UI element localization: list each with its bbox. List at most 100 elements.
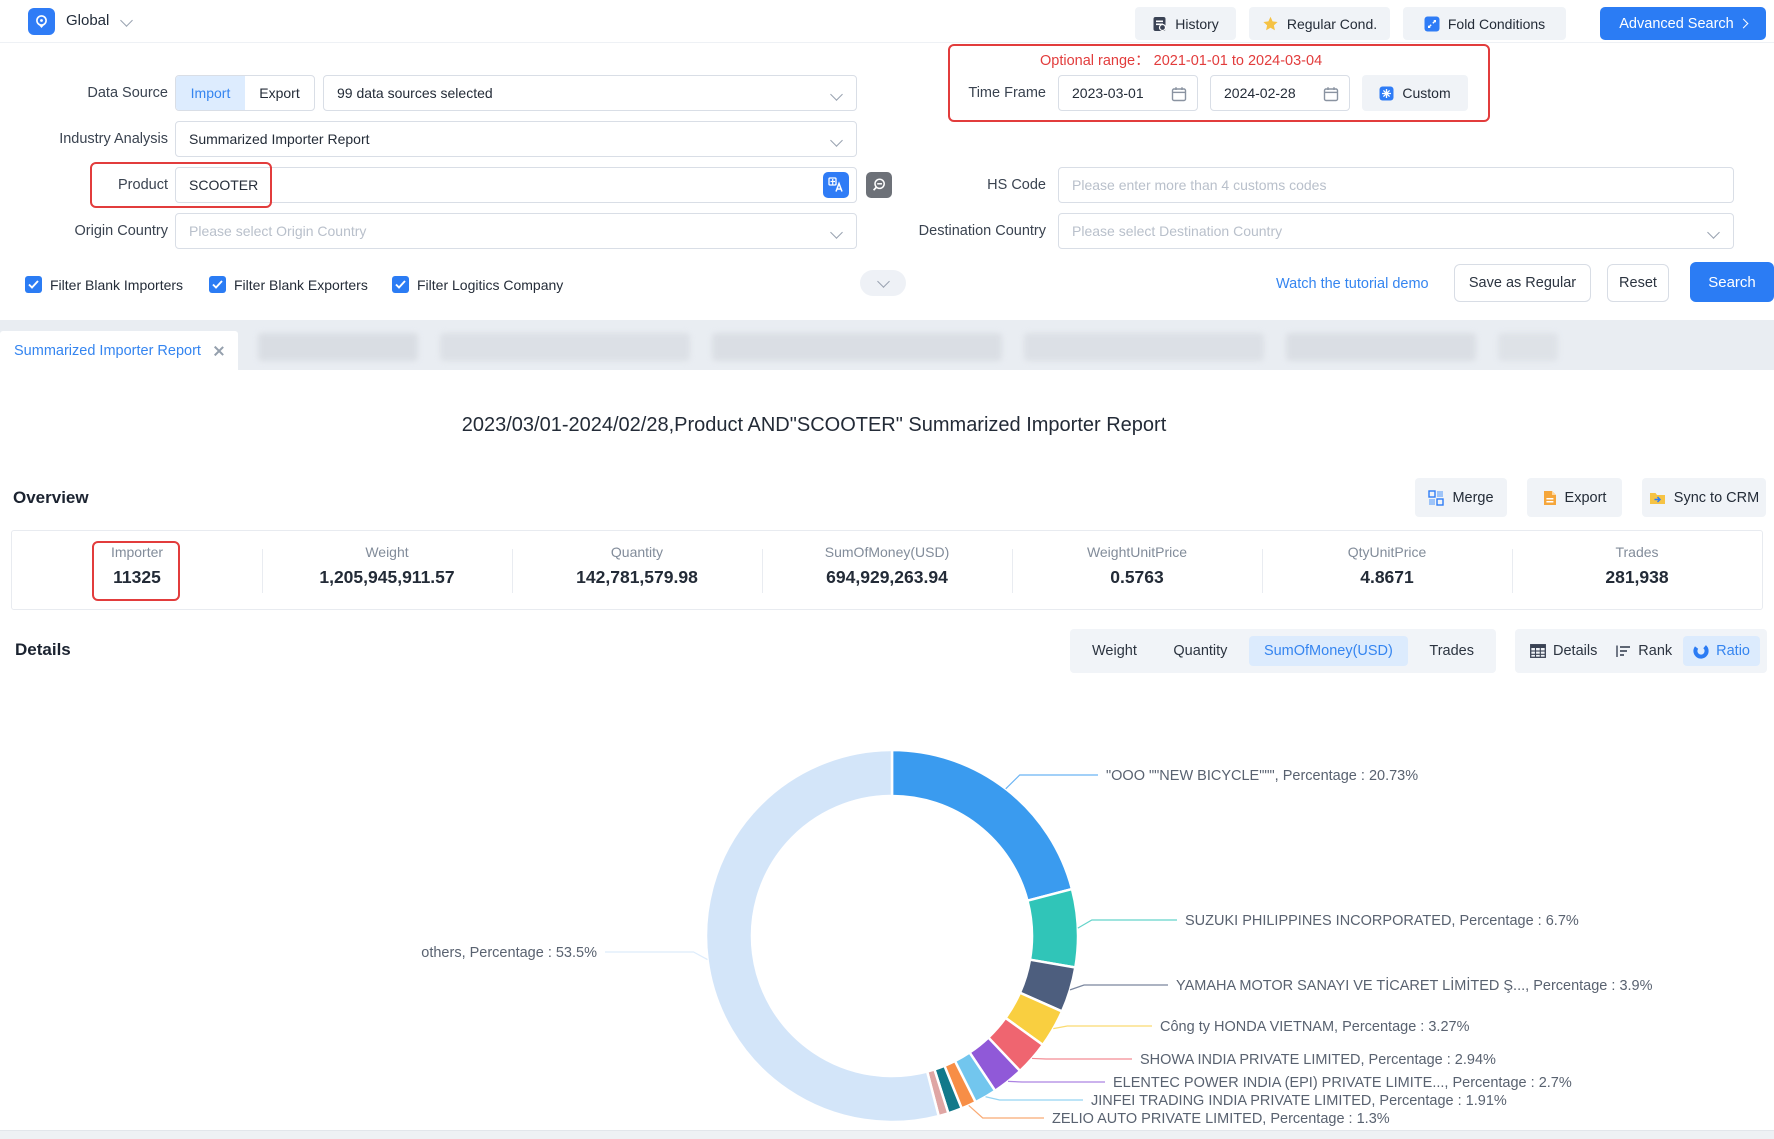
destination-country-select[interactable]: Please select Destination Country (1058, 213, 1734, 249)
custom-range-button[interactable]: Custom (1362, 75, 1468, 111)
checkbox-checked-icon[interactable] (25, 276, 42, 293)
pie-chart-icon (1693, 643, 1709, 659)
fold-conditions-button[interactable]: Fold Conditions (1403, 7, 1566, 40)
data-source-label: Data Source (0, 75, 168, 111)
stat-trades: Trades 281,938 (1512, 531, 1762, 609)
chevron-right-icon (1738, 19, 1748, 29)
start-date-input[interactable] (1058, 75, 1198, 111)
chart-label-line (1053, 1026, 1152, 1029)
merge-button[interactable]: Merge (1415, 478, 1507, 517)
chart-label-line (1008, 1081, 1105, 1082)
filter-blank-importers-checkbox[interactable]: Filter Blank Importers (25, 276, 183, 293)
chart-label: others, Percentage : 53.5% (421, 945, 597, 961)
data-source-toggle: Import Export (175, 75, 315, 111)
blurred-content (440, 333, 690, 361)
export-tab[interactable]: Export (245, 76, 314, 110)
table-icon (1530, 644, 1546, 658)
pie-slice-1[interactable] (1027, 889, 1078, 967)
sync-to-crm-button[interactable]: Sync to CRM (1642, 478, 1766, 517)
destination-country-label: Destination Country (880, 213, 1046, 249)
hs-code-input[interactable] (1058, 167, 1734, 203)
hs-code-label: HS Code (900, 167, 1046, 203)
view-tab-rank[interactable]: Rank (1608, 636, 1680, 666)
blurred-content (1498, 333, 1558, 361)
stat-qty-unit-price: QtyUnitPrice 4.8671 (1262, 531, 1512, 609)
data-sources-select[interactable]: 99 data sources selected (323, 75, 857, 111)
product-input[interactable] (175, 167, 857, 203)
metric-tab-weight[interactable]: Weight (1077, 636, 1152, 666)
view-toggle-group: Details Rank Ratio (1515, 629, 1767, 673)
collapse-form-button[interactable] (860, 270, 906, 296)
stat-weight-unit-price: WeightUnitPrice 0.5763 (1012, 531, 1262, 609)
stat-weight: Weight 1,205,945,911.57 (262, 531, 512, 609)
chart-label-line (1078, 920, 1177, 928)
blurred-content (712, 333, 1002, 361)
product-value[interactable] (176, 168, 856, 202)
blurred-content (1024, 333, 1264, 361)
view-tab-ratio[interactable]: Ratio (1683, 636, 1760, 666)
filter-blank-exporters-checkbox[interactable]: Filter Blank Exporters (209, 276, 368, 293)
pie-slice-0[interactable] (892, 750, 1072, 901)
chevron-down-icon (830, 88, 843, 101)
checkbox-checked-icon[interactable] (209, 276, 226, 293)
globe-badge-icon (34, 14, 49, 29)
history-button[interactable]: History (1135, 7, 1236, 40)
metric-toggle-group: Weight Quantity SumOfMoney(USD) Trades (1070, 629, 1496, 673)
industry-analysis-select[interactable]: Summarized Importer Report (175, 121, 857, 157)
report-tab-bar: Summarized Importer Report (0, 320, 1774, 370)
metric-tab-trades[interactable]: Trades (1414, 636, 1489, 666)
chart-label: JINFEI TRADING INDIA PRIVATE LIMITED, Pe… (1091, 1093, 1507, 1109)
tab-summarized-importer-report[interactable]: Summarized Importer Report (0, 331, 238, 370)
chart-label: SUZUKI PHILIPPINES INCORPORATED, Percent… (1185, 913, 1579, 929)
chart-label-line (986, 1097, 1083, 1100)
chart-label: YAMAHA MOTOR SANAYI VE TİCARET LİMİTED Ş… (1176, 976, 1653, 994)
chart-label: SHOWA INDIA PRIVATE LIMITED, Percentage … (1140, 1052, 1496, 1068)
chart-label: "OOO ""NEW BICYCLE""", Percentage : 20.7… (1106, 768, 1418, 784)
search-button[interactable]: Search (1690, 262, 1774, 302)
reset-button[interactable]: Reset (1607, 264, 1669, 302)
translate-icon[interactable] (823, 172, 849, 198)
overview-heading: Overview (13, 488, 89, 508)
product-label: Product (0, 167, 168, 203)
overview-stats-bar: Importer 11325 Weight 1,205,945,911.57 Q… (11, 530, 1763, 610)
view-tab-details[interactable]: Details (1522, 636, 1605, 666)
origin-country-label: Origin Country (0, 213, 168, 249)
custom-icon (1379, 86, 1394, 101)
details-heading: Details (15, 640, 71, 660)
checkbox-checked-icon[interactable] (392, 276, 409, 293)
stat-importer: Importer 11325 (12, 531, 262, 609)
chart-label-line (605, 952, 707, 960)
chevron-down-icon (1707, 226, 1720, 239)
top-bar: Global History Regular Cond. Fold Condit… (0, 0, 1774, 43)
region-selector-label[interactable]: Global (66, 12, 109, 29)
fuzzy-search-icon[interactable] (866, 172, 892, 198)
rank-icon (1616, 644, 1631, 658)
calendar-icon[interactable] (1171, 86, 1187, 102)
chart-label-line (1070, 985, 1168, 990)
regular-conditions-button[interactable]: Regular Cond. (1249, 7, 1390, 40)
metric-tab-quantity[interactable]: Quantity (1158, 636, 1242, 666)
calendar-icon[interactable] (1323, 86, 1339, 102)
chevron-down-icon (877, 275, 890, 288)
chevron-down-icon (830, 226, 843, 239)
origin-country-select[interactable]: Please select Origin Country (175, 213, 857, 249)
filter-logistics-company-checkbox[interactable]: Filter Logitics Company (392, 276, 563, 293)
import-tab[interactable]: Import (176, 76, 245, 110)
chart-label: ZELIO AUTO PRIVATE LIMITED, Percentage :… (1052, 1111, 1390, 1127)
tutorial-link[interactable]: Watch the tutorial demo (1276, 276, 1429, 292)
fold-icon (1424, 16, 1440, 32)
pie-slice-10[interactable] (706, 750, 939, 1122)
close-tab-icon[interactable] (213, 345, 224, 357)
end-date-input[interactable] (1210, 75, 1350, 111)
export-button[interactable]: Export (1527, 478, 1622, 517)
optional-range-annotation: Optional range： 2021-01-01 to 2024-03-04 (1040, 49, 1322, 70)
advanced-search-button[interactable]: Advanced Search (1600, 7, 1766, 40)
chevron-down-icon[interactable] (120, 14, 133, 27)
global-region-icon (28, 8, 55, 35)
metric-tab-sum-of-money[interactable]: SumOfMoney(USD) (1249, 636, 1408, 666)
save-as-regular-button[interactable]: Save as Regular (1454, 264, 1591, 302)
chart-label-line (1032, 1058, 1132, 1059)
hs-code-value[interactable] (1059, 168, 1733, 202)
chart-label-line (969, 1105, 1044, 1118)
industry-analysis-label: Industry Analysis (0, 121, 168, 157)
